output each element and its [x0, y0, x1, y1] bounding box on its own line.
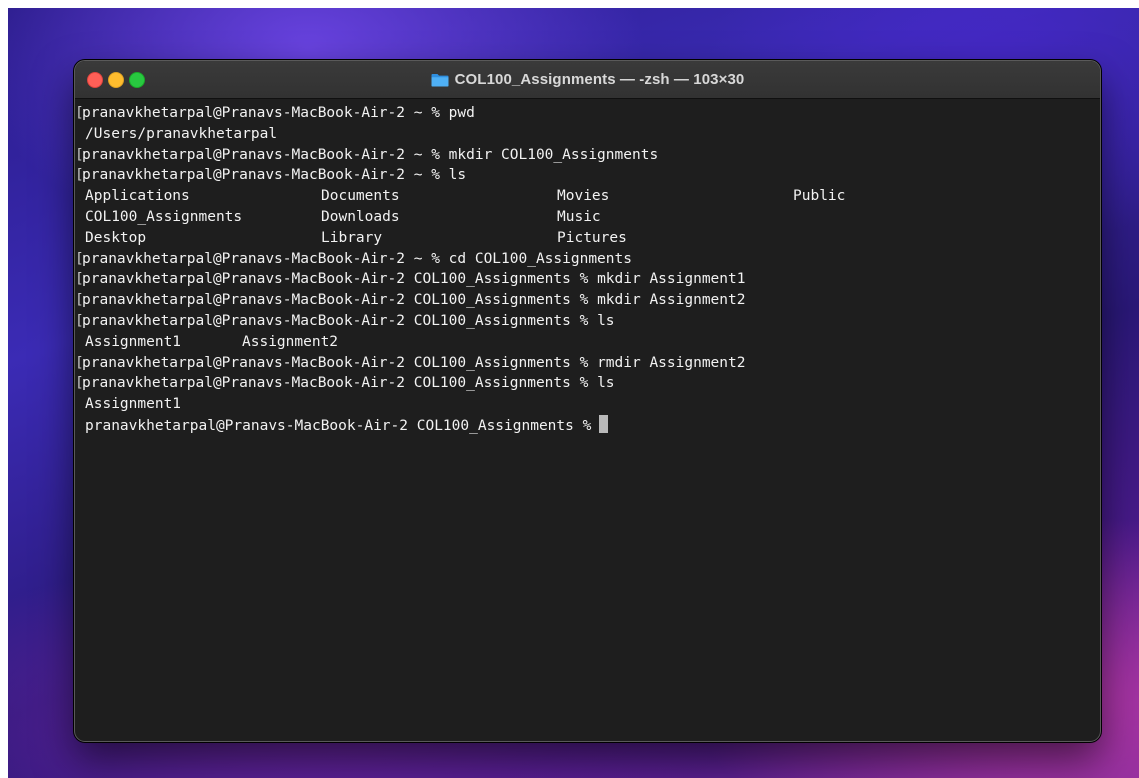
shell-command: mkdir Assignment2 — [597, 292, 746, 309]
shell-prompt: pranavkhetarpal@Pranavs-MacBook-Air-2 CO… — [82, 375, 598, 392]
ls-output-row: Applications Documents Movies Public — [81, 186, 1100, 207]
terminal-line: pranavkhetarpal@Pranavs-MacBook-Air-2 ~ … — [75, 249, 1100, 270]
ls-entry: Desktop — [85, 229, 147, 246]
terminal-line: pranavkhetarpal@Pranavs-MacBook-Air-2 ~ … — [75, 103, 1100, 124]
shell-command: ls — [597, 375, 615, 392]
ls-entry: Movies — [557, 188, 610, 205]
ls-output-row: COL100_Assignments Downloads Music — [81, 207, 1100, 228]
terminal-window[interactable]: COL100_Assignments — -zsh — 103×30 prana… — [74, 60, 1101, 742]
ls-entry: Applications — [85, 188, 190, 205]
active-prompt-line[interactable]: pranavkhetarpal@Pranavs-MacBook-Air-2 CO… — [81, 414, 1100, 436]
window-title-group: COL100_Assignments — -zsh — 103×30 — [75, 61, 1100, 98]
text-cursor[interactable] — [599, 414, 609, 433]
desktop-wallpaper: COL100_Assignments — -zsh — 103×30 prana… — [8, 8, 1139, 778]
ls-output-row: Desktop Library Pictures — [81, 228, 1100, 249]
shell-prompt: pranavkhetarpal@Pranavs-MacBook-Air-2 ~ … — [82, 146, 449, 163]
shell-command: pwd — [448, 105, 475, 121]
ls-entry: COL100_Assignments — [85, 208, 243, 225]
terminal-content[interactable]: pranavkhetarpal@Pranavs-MacBook-Air-2 ~ … — [75, 99, 1100, 741]
terminal-output: Assignment1 — [85, 396, 182, 413]
ls-entry: Library — [321, 229, 383, 246]
ls-output-row: Assignment1 Assignment2 — [81, 332, 1100, 353]
ls-entry: Downloads — [321, 208, 400, 225]
shell-prompt: pranavkhetarpal@Pranavs-MacBook-Air-2 CO… — [82, 271, 598, 288]
ls-entry — [793, 228, 1029, 249]
terminal-line: pranavkhetarpal@Pranavs-MacBook-Air-2 CO… — [75, 353, 1100, 374]
terminal-line: pranavkhetarpal@Pranavs-MacBook-Air-2 ~ … — [75, 165, 1100, 186]
window-title: COL100_Assignments — -zsh — 103×30 — [454, 71, 745, 88]
shell-prompt: pranavkhetarpal@Pranavs-MacBook-Air-2 ~ … — [82, 167, 449, 184]
shell-command: mkdir Assignment1 — [597, 271, 746, 288]
shell-prompt: pranavkhetarpal@Pranavs-MacBook-Air-2 CO… — [82, 354, 598, 371]
terminal-line: pranavkhetarpal@Pranavs-MacBook-Air-2 CO… — [75, 269, 1100, 290]
ls-entry: Assignment1 — [85, 333, 182, 350]
terminal-output: /Users/pranavkhetarpal — [85, 125, 278, 142]
folder-icon — [431, 73, 449, 86]
ls-entry: Documents — [321, 188, 400, 205]
shell-command: mkdir COL100_Assignments — [448, 146, 659, 163]
terminal-line: pranavkhetarpal@Pranavs-MacBook-Air-2 ~ … — [75, 145, 1100, 166]
shell-command: cd COL100_Assignments — [448, 250, 632, 267]
shell-prompt: pranavkhetarpal@Pranavs-MacBook-Air-2 ~ … — [82, 105, 449, 121]
shell-prompt: pranavkhetarpal@Pranavs-MacBook-Air-2 CO… — [82, 292, 598, 309]
shell-prompt: pranavkhetarpal@Pranavs-MacBook-Air-2 CO… — [82, 312, 598, 329]
shell-command: ls — [448, 167, 467, 184]
terminal-line: pranavkhetarpal@Pranavs-MacBook-Air-2 CO… — [75, 311, 1100, 332]
ls-entry — [793, 207, 1029, 228]
ls-entry: Music — [557, 208, 601, 225]
terminal-line: pranavkhetarpal@Pranavs-MacBook-Air-2 CO… — [75, 290, 1100, 311]
terminal-line: pranavkhetarpal@Pranavs-MacBook-Air-2 CO… — [75, 373, 1100, 394]
ls-entry: Public — [793, 188, 846, 205]
title-bar[interactable]: COL100_Assignments — -zsh — 103×30 — [75, 61, 1100, 99]
shell-command: rmdir Assignment2 — [597, 354, 746, 371]
ls-entry: Assignment2 — [242, 333, 339, 350]
ls-entry: Pictures — [557, 229, 627, 246]
shell-prompt: pranavkhetarpal@Pranavs-MacBook-Air-2 CO… — [85, 417, 592, 434]
shell-prompt: pranavkhetarpal@Pranavs-MacBook-Air-2 ~ … — [82, 250, 449, 267]
shell-command: ls — [597, 312, 615, 329]
